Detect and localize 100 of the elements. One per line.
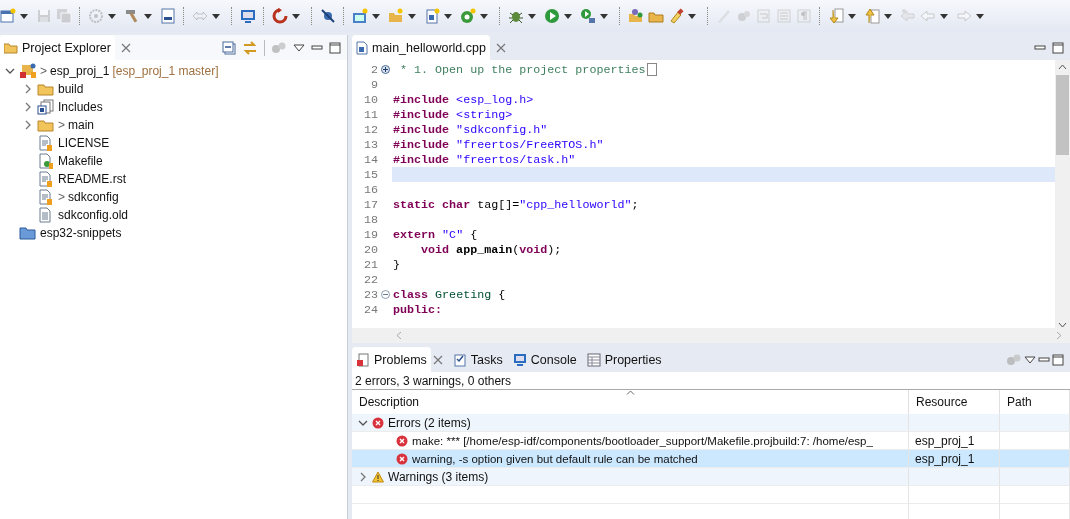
- code-line: class Greeting {: [392, 287, 507, 302]
- breakpoint-slash-icon[interactable]: [320, 8, 336, 24]
- tree-item[interactable]: esp32-snippets: [40, 226, 122, 240]
- view-tab[interactable]: Tasks: [448, 347, 507, 372]
- new-file-icon[interactable]: [424, 8, 440, 24]
- link-editor-icon[interactable]: [242, 39, 258, 56]
- warning-icon: [372, 470, 384, 483]
- dropdown-caret-icon[interactable]: [528, 13, 536, 19]
- code-line: }: [392, 257, 401, 272]
- table-cell: esp_proj_1: [915, 451, 975, 466]
- run-icon[interactable]: [544, 8, 560, 24]
- binary-file-icon[interactable]: [160, 8, 176, 24]
- line-number: 18: [362, 212, 378, 227]
- dropdown-caret-icon[interactable]: [292, 13, 300, 19]
- project-icon: [19, 63, 37, 79]
- maximize-icon[interactable]: [1052, 353, 1064, 366]
- editor-tab[interactable]: main_helloworld.cpp: [352, 35, 490, 60]
- monitor-icon[interactable]: [240, 8, 256, 24]
- tree-item[interactable]: build: [58, 82, 84, 96]
- problems-icon: [356, 352, 370, 367]
- includes-icon: [37, 99, 55, 115]
- minimize-icon[interactable]: [1038, 354, 1050, 365]
- error-icon: [372, 416, 384, 429]
- folded-code-marker[interactable]: [646, 63, 657, 76]
- view-tab[interactable]: Properties: [582, 347, 666, 372]
- tree-item[interactable]: README.rst: [58, 172, 126, 186]
- dropdown-caret-icon[interactable]: [688, 13, 696, 19]
- error-icon: [396, 434, 408, 447]
- tree-item[interactable]: Includes: [58, 100, 103, 114]
- line-number: 23: [362, 287, 378, 302]
- line-number: 17: [362, 197, 378, 212]
- collapse-fold-icon[interactable]: [380, 290, 390, 299]
- branch-label: [esp_proj_1 master]: [112, 64, 219, 78]
- dropdown-caret-icon[interactable]: [408, 13, 416, 19]
- sort-caret-icon: [626, 390, 635, 395]
- table-cell: [1000, 414, 1070, 432]
- close-icon[interactable]: [432, 354, 443, 365]
- code-line: #include <string>: [392, 107, 514, 122]
- file-icon: [37, 135, 55, 151]
- new-window-icon[interactable]: [0, 8, 16, 24]
- dropdown-caret-icon[interactable]: [884, 13, 892, 19]
- code-line: void app_main(void);: [420, 242, 563, 257]
- new-class-icon[interactable]: [460, 8, 476, 24]
- refresh-icon[interactable]: [272, 8, 288, 24]
- maximize-icon[interactable]: [329, 41, 341, 54]
- dropdown-caret-icon[interactable]: [372, 13, 380, 19]
- code-line: #include "sdkconfig.h": [392, 122, 549, 137]
- dropdown-caret-icon[interactable]: [444, 13, 452, 19]
- problem-description: make: *** [/home/esp-idf/components/bootloader_support/Makefile.projbuild:7: /home/esp_: [412, 434, 873, 447]
- line-number: 12: [362, 122, 378, 137]
- dropdown-caret-icon[interactable]: [600, 13, 608, 19]
- folder-icon: [4, 41, 18, 54]
- tree-item[interactable]: main: [68, 118, 95, 132]
- dropdown-caret-icon[interactable]: [144, 13, 152, 19]
- expand-fold-icon[interactable]: [380, 65, 390, 74]
- tree-item[interactable]: sdkconfig.old: [58, 208, 129, 222]
- problem-group[interactable]: Errors (2 items): [388, 415, 471, 430]
- table-cell: esp_proj_1: [915, 433, 975, 448]
- code-line: extern "C" {: [392, 227, 479, 242]
- tree-item[interactable]: esp_proj_1: [50, 64, 110, 78]
- new-project-icon[interactable]: [352, 8, 368, 24]
- line-number: 15: [362, 167, 378, 182]
- scroll-down-icon[interactable]: [1058, 322, 1067, 328]
- line-number: 24: [362, 302, 378, 317]
- open-folder-icon[interactable]: [628, 8, 644, 24]
- tree-item[interactable]: LICENSE: [58, 136, 110, 150]
- line-number: 9: [370, 77, 378, 92]
- dropdown-caret-icon[interactable]: [848, 13, 856, 19]
- line-number: 11: [362, 107, 378, 122]
- line-number: 21: [362, 257, 378, 272]
- problem-row[interactable]: warning, -s option given but default rule can be matched esp_proj_1: [352, 450, 1070, 468]
- line-number: 19: [362, 227, 378, 242]
- tree-item[interactable]: Makefile: [58, 154, 103, 168]
- minimize-icon[interactable]: [1034, 42, 1046, 53]
- view-menu-icon[interactable]: [293, 43, 305, 52]
- dropdown-caret-icon[interactable]: [564, 13, 572, 19]
- vertical-scrollbar[interactable]: [1055, 60, 1070, 328]
- view-tab[interactable]: Console: [508, 347, 581, 372]
- problem-group[interactable]: Warnings (3 items): [388, 469, 489, 484]
- dropdown-caret-icon[interactable]: [20, 13, 28, 19]
- close-icon[interactable]: [120, 42, 131, 53]
- line-number: 16: [362, 182, 378, 197]
- scrollbar-thumb[interactable]: [1056, 75, 1069, 155]
- collapse-all-icon[interactable]: [222, 40, 236, 55]
- view-menu-icon[interactable]: [1024, 355, 1036, 364]
- maximize-icon[interactable]: [1052, 41, 1064, 54]
- code-line: #include "freertos/task.h": [392, 152, 577, 167]
- code-line: * 1. Open up the project properties: [392, 62, 1055, 77]
- tree-item[interactable]: sdkconfig: [68, 190, 119, 204]
- line-number: 14: [362, 152, 378, 167]
- dropdown-caret-icon[interactable]: [480, 13, 488, 19]
- run-config-icon[interactable]: [580, 8, 596, 24]
- view-tab[interactable]: Project Explorer: [0, 35, 115, 60]
- scroll-up-icon[interactable]: [1058, 64, 1067, 70]
- view-tab[interactable]: Problems: [352, 347, 431, 372]
- flashlight-icon[interactable]: [668, 8, 684, 24]
- table-icon: [586, 352, 601, 367]
- close-icon[interactable]: [495, 42, 506, 53]
- monitor-icon: [512, 352, 527, 367]
- minimize-icon[interactable]: [311, 42, 323, 53]
